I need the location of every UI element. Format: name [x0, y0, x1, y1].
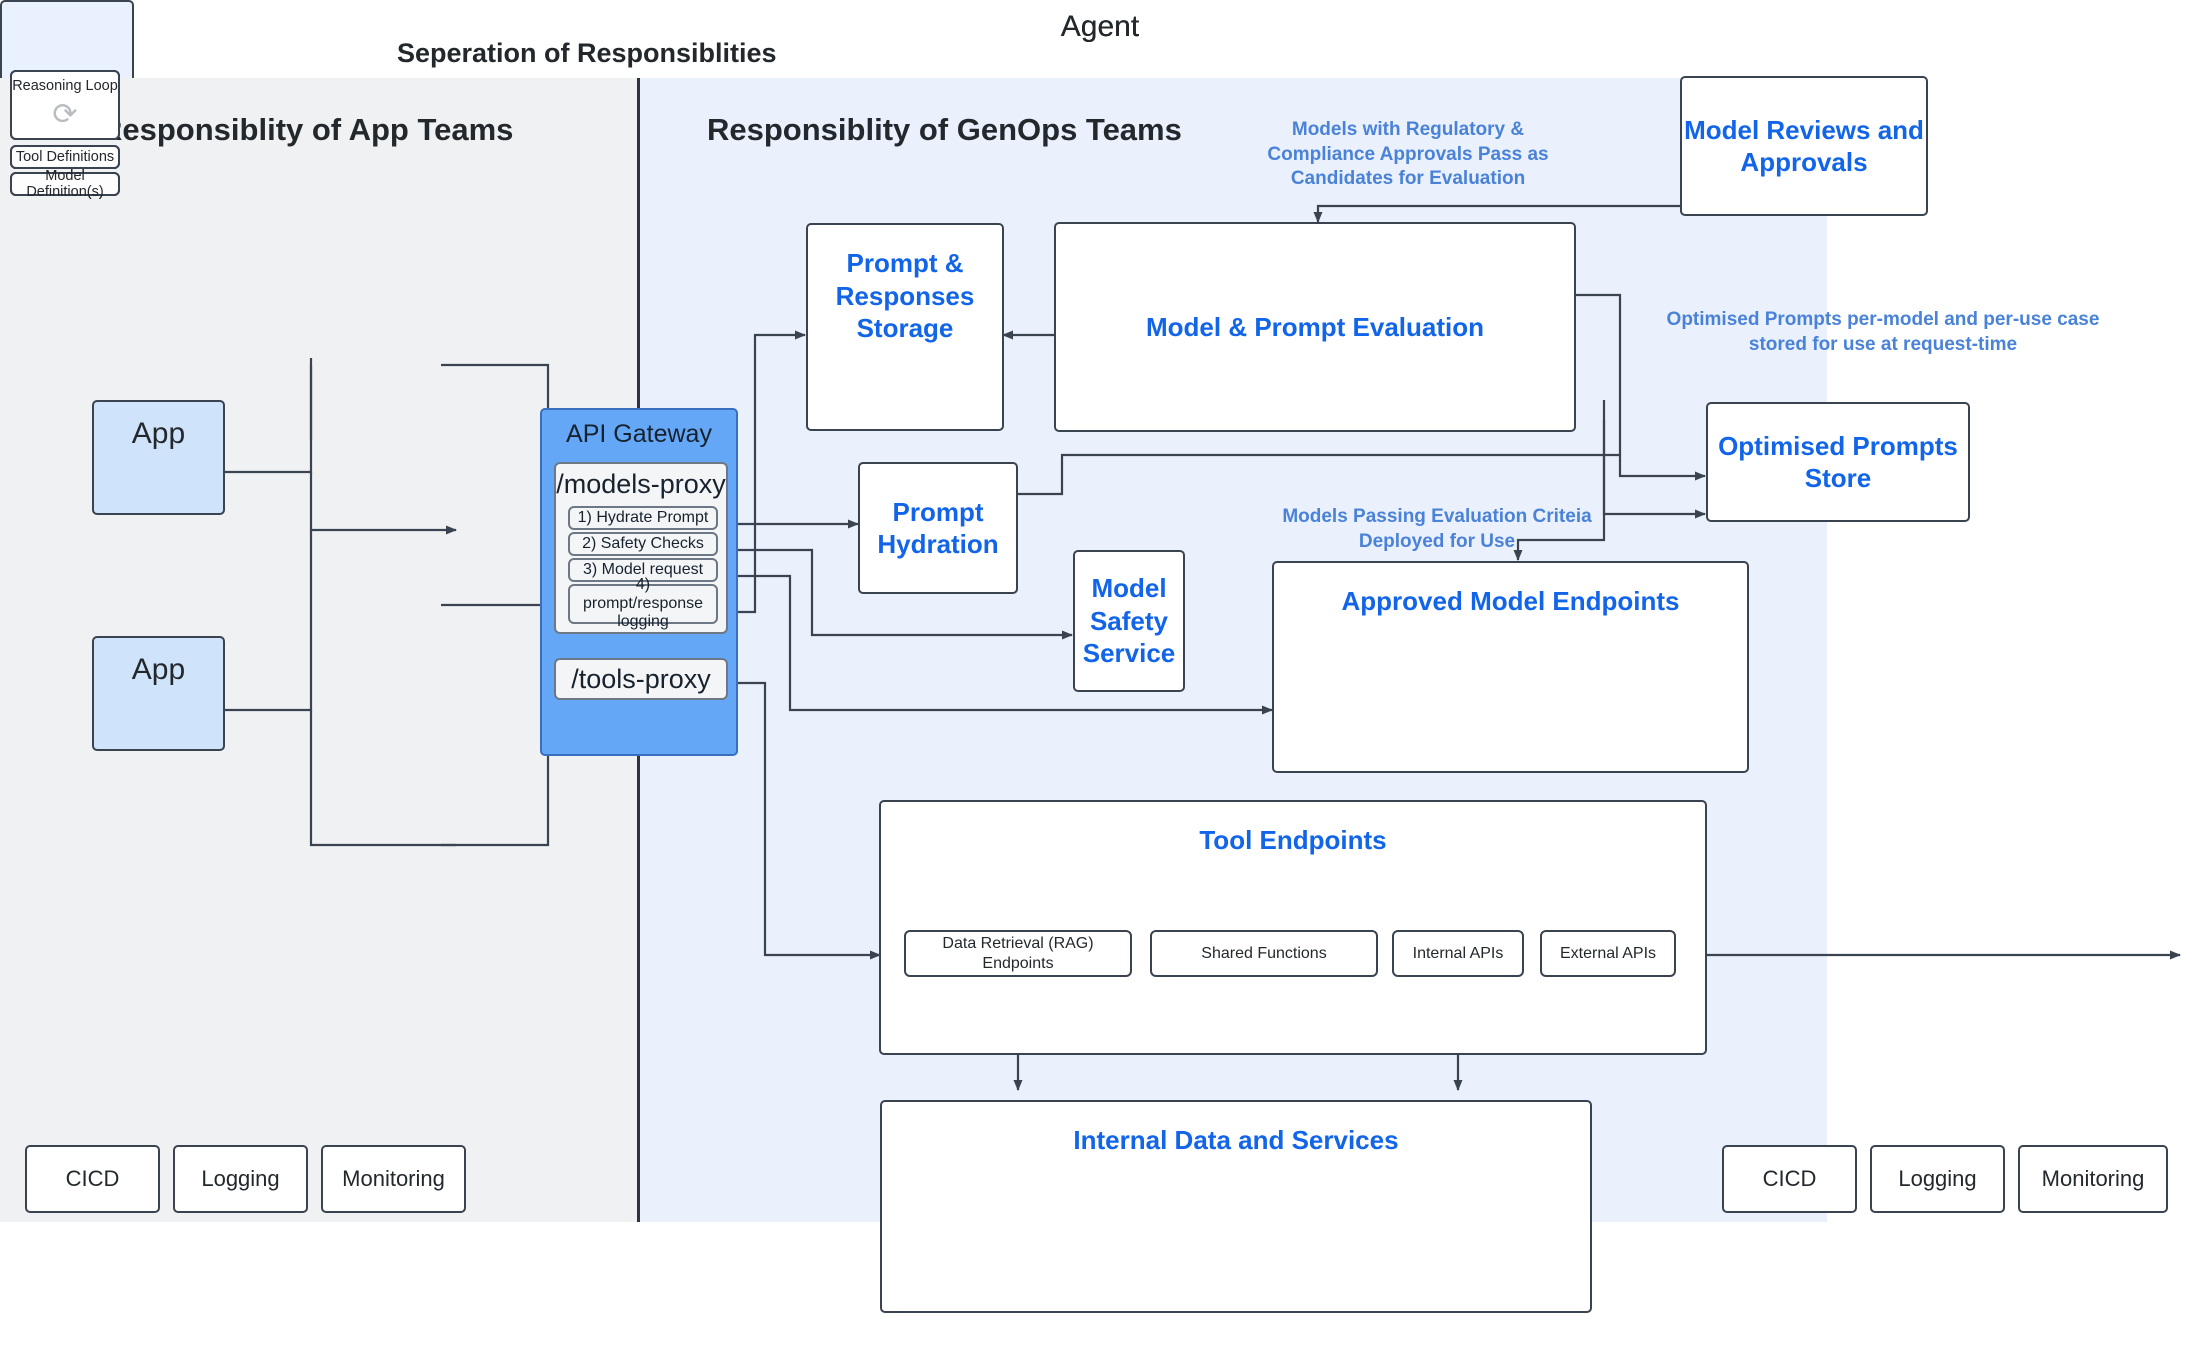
model-reviews-approvals-label: Model Reviews and Approvals — [1684, 114, 1924, 178]
internal-data-services-label: Internal Data and Services — [1073, 1125, 1399, 1155]
model-safety-service-label: Model Safety Service — [1082, 573, 1176, 669]
models-proxy-step-4[interactable]: 4) prompt/response logging — [568, 576, 718, 630]
prompt-hydration-label: Prompt Hydration — [877, 496, 999, 560]
panel-genops-teams-title: Responsiblity of GenOps Teams — [707, 112, 1182, 147]
note-regulatory-approvals: Models with Regulatory & Compliance Appr… — [1267, 119, 1549, 190]
ops-right-cicd[interactable]: CICD — [1722, 1145, 1857, 1213]
approved-model-endpoints-label: Approved Model Endpoints — [1341, 586, 1680, 616]
tool-chip-shared-functions[interactable]: Shared Functions — [1150, 930, 1378, 977]
app-box-2[interactable]: App — [92, 636, 225, 751]
api-gateway[interactable]: API Gateway /models-proxy 1) Hydrate Pro… — [540, 408, 738, 756]
api-gateway-title: API Gateway — [566, 420, 712, 448]
model-prompt-evaluation-label: Model & Prompt Evaluation — [1145, 311, 1485, 342]
app-box-2-label: App — [131, 653, 186, 686]
note-optimised-prompts: Optimised Prompts per-model and per-use … — [1666, 309, 2100, 355]
tools-proxy-label: /tools-proxy — [571, 663, 711, 694]
refresh-cycle-icon: ⟳ — [52, 98, 78, 131]
tool-chip-data-retrieval[interactable]: Data Retrieval (RAG) Endpoints — [904, 930, 1132, 977]
ops-left-cicd-label: CICD — [65, 1166, 120, 1191]
model-safety-service-box[interactable]: Model Safety Service — [1073, 550, 1185, 692]
tools-proxy[interactable]: /tools-proxy — [554, 658, 728, 700]
ops-left-cicd[interactable]: CICD — [25, 1145, 160, 1213]
agent-3-model-definitions[interactable]: Model Definition(s) — [10, 168, 120, 200]
note-passing-evaluation: Models Passing Evaluation Criteia Deploy… — [1282, 506, 1592, 552]
ops-left-logging[interactable]: Logging — [173, 1145, 308, 1213]
agent-3-reasoning-loop[interactable]: Reasoning Loop ⟳ — [10, 70, 120, 140]
models-proxy-step-2-label: 2) Safety Checks — [582, 534, 704, 552]
app-box-1-label: App — [131, 417, 186, 450]
tool-chip-shared-functions-label: Shared Functions — [1201, 944, 1327, 962]
models-proxy-step-1-label: 1) Hydrate Prompt — [577, 508, 709, 526]
panel-app-teams-title: Responsiblity of App Teams — [100, 112, 514, 147]
tool-chip-external-apis-label: External APIs — [1559, 944, 1657, 962]
ops-right-logging-label: Logging — [1898, 1166, 1977, 1191]
prompt-responses-storage-label: Prompt & Responses Storage — [835, 248, 975, 343]
ops-right-monitoring-label: Monitoring — [2041, 1166, 2145, 1191]
model-reviews-approvals-box[interactable]: Model Reviews and Approvals — [1680, 76, 1928, 216]
tool-chip-data-retrieval-label: Data Retrieval (RAG) Endpoints — [942, 935, 1094, 972]
ops-left-monitoring[interactable]: Monitoring — [321, 1145, 466, 1213]
tool-chip-internal-apis[interactable]: Internal APIs — [1392, 930, 1524, 977]
tool-endpoints-label: Tool Endpoints — [1199, 825, 1387, 855]
models-proxy-step-1[interactable]: 1) Hydrate Prompt — [568, 506, 718, 530]
models-proxy-step-4-label: 4) prompt/response logging — [582, 576, 704, 631]
prompt-responses-storage-box[interactable]: Prompt & Responses Storage — [806, 223, 1004, 431]
agent-3-tool-definitions[interactable]: Tool Definitions — [10, 145, 120, 169]
model-prompt-evaluation-box[interactable]: Model & Prompt Evaluation — [1054, 222, 1576, 432]
tool-endpoints-box[interactable]: Tool Endpoints — [879, 800, 1707, 1055]
ops-left-monitoring-label: Monitoring — [342, 1166, 445, 1191]
optimised-prompts-store-label: Optimised Prompts Store — [1718, 430, 1958, 494]
agent-3-tool-definitions-label: Tool Definitions — [15, 149, 115, 165]
prompt-hydration-box[interactable]: Prompt Hydration — [858, 462, 1018, 594]
ops-right-cicd-label: CICD — [1762, 1166, 1817, 1191]
internal-data-services-box[interactable]: Internal Data and Services — [880, 1100, 1592, 1313]
approved-model-endpoints-box[interactable]: Approved Model Endpoints — [1272, 561, 1749, 773]
optimised-prompts-store-box[interactable]: Optimised Prompts Store — [1706, 402, 1970, 522]
diagram-canvas: Seperation of Responsiblities Responsibl… — [0, 0, 2200, 1345]
ops-right-monitoring[interactable]: Monitoring — [2018, 1145, 2168, 1213]
app-box-1[interactable]: App — [92, 400, 225, 515]
agent-3-reasoning-loop-label: Reasoning Loop — [12, 78, 118, 94]
models-proxy-group[interactable]: /models-proxy 1) Hydrate Prompt 2) Safet… — [554, 462, 728, 634]
agent-box-3-title: Agent — [1060, 10, 1140, 43]
models-proxy-step-2[interactable]: 2) Safety Checks — [568, 532, 718, 556]
ops-left-logging-label: Logging — [201, 1166, 280, 1191]
tool-chip-internal-apis-label: Internal APIs — [1412, 944, 1504, 962]
ops-right-logging[interactable]: Logging — [1870, 1145, 2005, 1213]
models-proxy-title: /models-proxy — [556, 469, 726, 499]
tool-chip-external-apis[interactable]: External APIs — [1540, 930, 1676, 977]
agent-3-model-definitions-label: Model Definition(s) — [26, 168, 104, 200]
